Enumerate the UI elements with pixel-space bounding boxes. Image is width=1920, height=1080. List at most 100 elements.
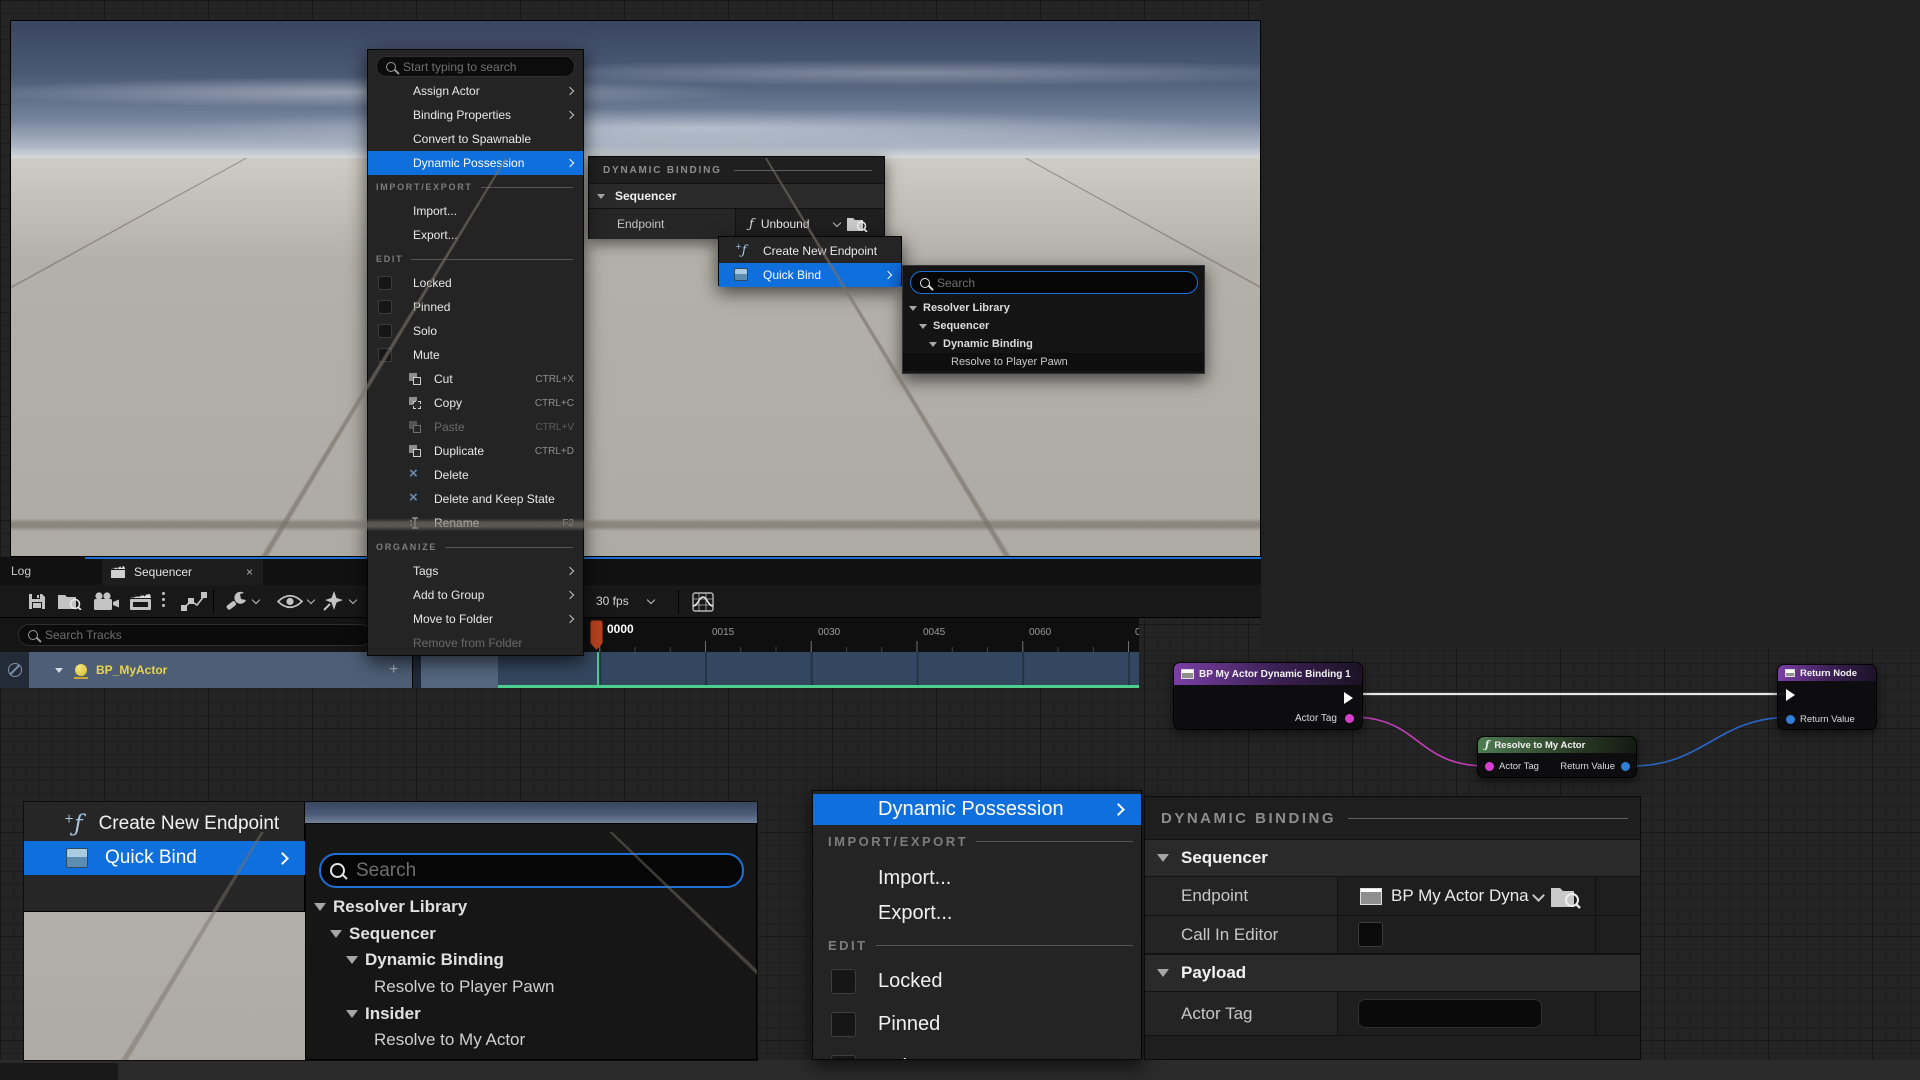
tree-item-resolver-library[interactable]: Resolver Library (903, 299, 1204, 317)
call-in-editor-checkbox[interactable] (1358, 922, 1383, 947)
node-return[interactable]: Return Node Return Value (1777, 664, 1877, 730)
menu-item-import[interactable]: Import... (368, 199, 583, 223)
checkbox[interactable] (831, 1012, 856, 1037)
node-header[interactable]: Return Node (1778, 665, 1876, 681)
menu-item-cut[interactable]: CutCTRL+X (368, 367, 583, 391)
menu-item-solo[interactable]: Solo (813, 1047, 1142, 1060)
tree-item-resolve-to-my-actor[interactable]: Resolve to My Actor (306, 1026, 756, 1053)
render-clapper-icon[interactable] (130, 593, 152, 610)
menu-item-export[interactable]: Export... (813, 896, 1142, 930)
endpoint-dropdown-chevron[interactable] (1532, 889, 1545, 902)
category-payload[interactable]: Payload (1145, 954, 1640, 992)
checkbox[interactable] (831, 1055, 856, 1061)
menu-item-rename[interactable]: RenameF2 (368, 511, 583, 535)
category-expand-icon[interactable] (1157, 969, 1169, 977)
endpoint-value-cell[interactable]: BP My Actor Dyna (1338, 877, 1596, 915)
tab-log[interactable]: Log (11, 564, 31, 578)
checkbox[interactable] (378, 324, 392, 338)
menu-item-quick-bind[interactable]: Quick Bind (719, 263, 901, 287)
tree-item-sequencer[interactable]: Sequencer (306, 920, 756, 947)
menu-item-locked[interactable]: Locked (368, 271, 583, 295)
menu-item-locked[interactable]: Locked (813, 961, 1142, 1001)
menu-item-dynamic-possession[interactable]: Dynamic Possession (813, 794, 1142, 825)
actor-tag-input-pin[interactable] (1485, 762, 1494, 771)
section-preroll-block[interactable] (421, 652, 498, 688)
menu-item-mute[interactable]: Mute (368, 343, 583, 367)
menu-search-input[interactable] (403, 60, 565, 74)
track-lane[interactable] (412, 652, 1139, 688)
menu-item-solo[interactable]: Solo (368, 319, 583, 343)
checkbox[interactable] (831, 969, 856, 994)
menu-item-binding-properties[interactable]: Binding Properties (368, 103, 583, 127)
expand-icon[interactable] (330, 930, 342, 938)
menu-item-convert-to-spawnable[interactable]: Convert to Spawnable (368, 127, 583, 151)
menu-item-quick-bind[interactable]: Quick Bind (24, 841, 305, 875)
tree-item-sequencer[interactable]: Sequencer (903, 317, 1204, 335)
tree-item-dynamic-binding[interactable]: Dynamic Binding (903, 335, 1204, 353)
return-value-output-pin[interactable] (1621, 762, 1630, 771)
camera-icon[interactable] (93, 592, 119, 611)
resolver-search-input[interactable] (356, 860, 733, 882)
category-sequencer[interactable]: Sequencer (1145, 839, 1640, 877)
add-track-button[interactable]: + (389, 661, 398, 679)
exec-input-pin[interactable] (1786, 689, 1795, 701)
menu-item-delete[interactable]: Delete (368, 463, 583, 487)
browse-endpoint-icon[interactable] (1551, 885, 1581, 909)
node-header[interactable]: BP My Actor Dynamic Binding 1 (1174, 663, 1362, 685)
fps-dropdown-chevron[interactable] (647, 596, 655, 604)
tree-item-dynamic-binding[interactable]: Dynamic Binding (306, 946, 756, 973)
curve-editor-icon[interactable] (692, 592, 714, 612)
save-icon[interactable] (28, 593, 46, 610)
node-bp-my-actor-dynamic-binding[interactable]: BP My Actor Dynamic Binding 1 Actor Tag (1173, 662, 1363, 730)
actor-tag-output-pin[interactable] (1345, 714, 1354, 723)
menu-item-import[interactable]: Import... (813, 861, 1142, 895)
tree-item-resolver-library[interactable]: Resolver Library (306, 893, 756, 920)
track-search-box[interactable] (18, 624, 372, 646)
tab-sequencer[interactable]: Sequencer × (102, 559, 263, 585)
track-expand-arrow-icon[interactable] (55, 668, 63, 673)
category-expand-icon[interactable] (597, 194, 605, 199)
menu-search-box[interactable] (376, 56, 575, 77)
eye-dropdown-chevron[interactable] (307, 596, 315, 604)
wrench-dropdown-chevron[interactable] (252, 596, 260, 604)
menu-item-dynamic-possession[interactable]: Dynamic Possession (368, 151, 583, 175)
exec-output-pin[interactable] (1344, 692, 1353, 704)
eye-icon[interactable] (277, 594, 303, 609)
endpoint-value-cell[interactable]: ƒ Unbound (736, 209, 884, 239)
expand-icon[interactable] (909, 306, 917, 311)
expand-icon[interactable] (346, 1010, 358, 1018)
checkbox[interactable] (378, 300, 392, 314)
node-header[interactable]: ƒ Resolve to My Actor (1478, 737, 1636, 753)
menu-item-delete-and-keep-state[interactable]: Delete and Keep State (368, 487, 583, 511)
browse-endpoint-icon[interactable] (847, 216, 868, 232)
menu-item-add-to-group[interactable]: Add to Group (368, 583, 583, 607)
menu-item-export[interactable]: Export... (368, 223, 583, 247)
sequence-hierarchy-icon[interactable] (181, 592, 207, 611)
actor-tag-input[interactable] (1358, 999, 1542, 1028)
resolver-search-box[interactable] (910, 271, 1198, 294)
checkbox[interactable] (378, 348, 392, 362)
tree-item-resolve-to-player-pawn[interactable]: Resolve to Player Pawn (903, 353, 1204, 371)
menu-item-pinned[interactable]: Pinned (813, 1004, 1142, 1044)
tree-item-resolve-to-player-pawn[interactable]: Resolve to Player Pawn (306, 973, 756, 1000)
resolver-search-box[interactable] (319, 853, 744, 888)
endpoint-dropdown-chevron[interactable] (833, 219, 841, 227)
menu-item-duplicate[interactable]: DuplicateCTRL+D (368, 439, 583, 463)
node-resolve-to-my-actor[interactable]: ƒ Resolve to My Actor Actor Tag Return V… (1477, 736, 1637, 778)
resolver-search-input[interactable] (937, 276, 1188, 290)
keying-wand-icon[interactable] (322, 591, 346, 613)
browse-sequence-icon[interactable] (58, 593, 82, 610)
menu-item-create-new-endpoint[interactable]: +ƒ Create New Endpoint (24, 807, 305, 841)
track-search-input[interactable] (45, 628, 362, 642)
category-sequencer[interactable]: Sequencer (589, 183, 884, 209)
section-bar[interactable] (498, 652, 1139, 688)
fps-selector[interactable]: 30 fps (596, 594, 629, 608)
menu-item-tags[interactable]: Tags (368, 559, 583, 583)
category-expand-icon[interactable] (1157, 854, 1169, 862)
menu-item-assign-actor[interactable]: Assign Actor (368, 79, 583, 103)
more-options-dots-icon[interactable] (162, 592, 165, 595)
menu-item-create-new-endpoint[interactable]: +ƒ Create New Endpoint (719, 239, 901, 263)
expand-icon[interactable] (929, 342, 937, 347)
menu-item-pinned[interactable]: Pinned (368, 295, 583, 319)
wand-dropdown-chevron[interactable] (349, 596, 357, 604)
